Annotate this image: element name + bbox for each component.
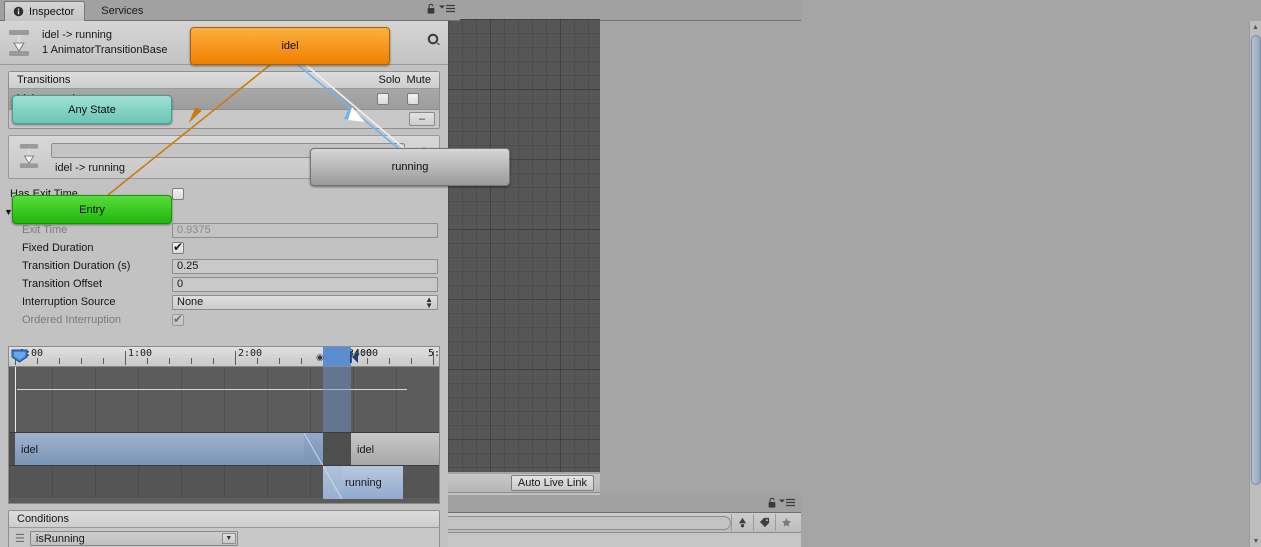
tab-services-label: Services: [101, 5, 144, 17]
tab-inspector[interactable]: Inspector: [4, 1, 86, 21]
project-search-input[interactable]: [426, 515, 731, 530]
lock-icon[interactable]: [767, 497, 777, 512]
favorite-filter-icon[interactable]: [775, 514, 797, 531]
chevron-down-icon[interactable]: ▼: [221, 533, 236, 544]
scroll-up-arrow-icon[interactable]: ▲: [1250, 21, 1261, 33]
state-node-idel-label: idel: [281, 40, 299, 52]
label-filter-icon[interactable]: [753, 514, 775, 531]
condition-parameter-value: isRunning: [35, 532, 85, 545]
state-node-idel[interactable]: idel: [190, 27, 390, 65]
drag-handle-icon[interactable]: ☰: [15, 532, 25, 545]
transition-end-marker-icon[interactable]: [350, 351, 358, 366]
playhead-line: [15, 367, 16, 432]
transition-start-marker-icon[interactable]: ◉: [316, 352, 324, 363]
timeline-selection-range[interactable]: [323, 347, 351, 366]
state-node-entry-label: Entry: [79, 203, 105, 216]
info-icon: [13, 6, 25, 18]
conditions-box: Conditions ☰ isRunning ▼ + –: [8, 510, 440, 547]
clip-running-label: running: [345, 476, 382, 489]
auto-live-link-button[interactable]: Auto Live Link: [510, 475, 594, 491]
state-machine-canvas[interactable]: idel Any State Entry running: [0, 19, 600, 472]
hamburger-icon[interactable]: [439, 4, 455, 16]
tab-inspector-label: Inspector: [29, 5, 75, 18]
state-node-running[interactable]: running: [310, 148, 510, 186]
inspector-tabstrip: Inspector Services: [0, 0, 460, 21]
lock-icon[interactable]: [426, 3, 436, 18]
state-node-entry[interactable]: Entry: [12, 195, 172, 224]
playhead-handle[interactable]: [11, 349, 28, 363]
unity-editor-window: Scene Game Asset Store Animator Layers: [0, 0, 1261, 547]
state-node-running-label: running: [391, 161, 429, 173]
condition-parameter-select[interactable]: isRunning ▼: [29, 531, 238, 546]
transition-arrows: [107, 64, 407, 196]
condition-row[interactable]: ☰ isRunning ▼: [9, 528, 439, 547]
conditions-header: Conditions: [9, 511, 439, 528]
auto-live-link-label: Auto Live Link: [517, 477, 587, 489]
scroll-down-arrow-icon[interactable]: ▼: [1250, 535, 1261, 547]
hamburger-icon[interactable]: [779, 498, 795, 510]
state-node-any-state[interactable]: Any State: [12, 95, 172, 124]
state-node-any-state-label: Any State: [68, 103, 116, 116]
selection-band: [323, 367, 351, 432]
inspector-scrollbar[interactable]: ▲ ▼: [1249, 21, 1261, 547]
conditions-title: Conditions: [17, 513, 69, 525]
tab-services[interactable]: Services: [93, 1, 153, 21]
asset-filter-icon[interactable]: [731, 514, 753, 531]
scrollbar-thumb[interactable]: [1251, 35, 1261, 485]
